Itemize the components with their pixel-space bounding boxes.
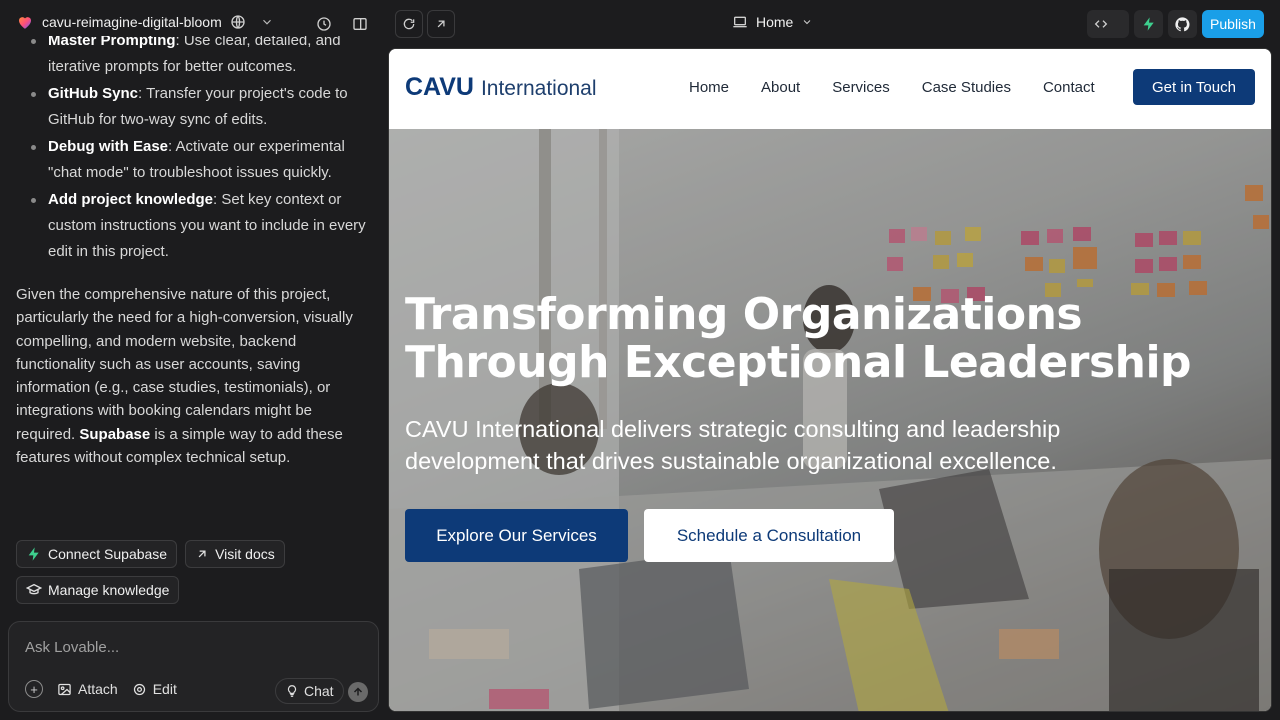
- globe-icon: [231, 15, 245, 29]
- arrow-up-right-icon: [437, 20, 445, 28]
- attach-button[interactable]: Attach: [57, 681, 118, 697]
- edit-button[interactable]: Edit: [132, 681, 177, 697]
- github-icon: [1175, 16, 1190, 31]
- nav-link-home[interactable]: Home: [689, 79, 729, 96]
- site-navbar: CAVU International Home About Services C…: [389, 49, 1271, 129]
- laptop-icon: [733, 16, 747, 28]
- project-name: cavu-reimagine-digital-bloom: [42, 14, 222, 30]
- lightbulb-icon: [287, 685, 297, 697]
- arrow-up-icon: [353, 687, 363, 696]
- nav-link-services[interactable]: Services: [832, 79, 890, 96]
- chat-mode-toggle[interactable]: Chat: [275, 678, 344, 704]
- supabase-bolt-icon: [28, 547, 39, 561]
- chat-actions-2: Manage knowledge: [16, 576, 180, 604]
- refresh-icon: [403, 18, 415, 30]
- history-icon[interactable]: [314, 14, 334, 34]
- image-icon: [58, 683, 71, 695]
- hero-title: Transforming Organizations Through Excep…: [405, 289, 1192, 388]
- connect-supabase-button[interactable]: Connect Supabase: [16, 540, 178, 568]
- site-preview: CAVU International Home About Services C…: [388, 48, 1272, 712]
- visit-docs-button[interactable]: Visit docs: [185, 540, 285, 568]
- hero-lead: CAVU International delivers strategic co…: [405, 416, 1061, 474]
- tips-list: Master Prompting: Use clear, detailed, a…: [0, 36, 388, 265]
- hero-section: Transforming Organizations Through Excep…: [389, 129, 1271, 711]
- chevron-down-icon: [804, 20, 811, 25]
- explore-services-button[interactable]: Explore Our Services: [405, 509, 628, 562]
- schedule-consultation-button[interactable]: Schedule a Consultation: [644, 509, 894, 562]
- chat-input-box[interactable]: Ask Lovable... + Attach Edit Chat: [8, 621, 379, 712]
- code-icon: [1094, 20, 1108, 28]
- graduation-cap-icon: [26, 583, 42, 595]
- nav-link-about[interactable]: About: [761, 79, 800, 96]
- list-item: Add project knowledge: Set key context o…: [31, 187, 368, 265]
- site-logo[interactable]: CAVU International: [405, 73, 597, 102]
- input-toolbar: + Attach Edit: [25, 680, 177, 698]
- open-external-button[interactable]: [427, 10, 455, 38]
- nav-link-case-studies[interactable]: Case Studies: [922, 79, 1011, 96]
- nav-link-contact[interactable]: Contact: [1043, 79, 1095, 96]
- list-item: Debug with Ease: Activate our experiment…: [31, 134, 368, 186]
- arrow-up-right-icon: [198, 550, 206, 558]
- refresh-button[interactable]: [395, 10, 423, 38]
- target-icon: [133, 683, 145, 695]
- chat-input-placeholder[interactable]: Ask Lovable...: [25, 639, 119, 656]
- plus-icon[interactable]: +: [25, 680, 43, 698]
- sidebar-toggle-icon[interactable]: [350, 14, 370, 34]
- list-item: GitHub Sync: Transfer your project's cod…: [31, 81, 368, 133]
- chat-actions: Connect Supabase Visit docs: [16, 540, 285, 568]
- send-button[interactable]: [348, 682, 368, 702]
- code-view-button[interactable]: [1087, 10, 1129, 38]
- publish-button[interactable]: Publish: [1202, 10, 1264, 38]
- chevron-down-icon: [262, 19, 271, 25]
- get-in-touch-button[interactable]: Get in Touch: [1133, 69, 1255, 105]
- site-nav-links: Home About Services Case Studies Contact: [689, 79, 1127, 96]
- chat-panel: Master Prompting: Use clear, detailed, a…: [0, 36, 388, 616]
- supabase-button[interactable]: [1134, 10, 1163, 38]
- github-button[interactable]: [1168, 10, 1197, 38]
- supabase-bolt-icon: [1143, 17, 1154, 31]
- project-selector[interactable]: cavu-reimagine-digital-bloom: [16, 13, 274, 31]
- chat-message-paragraph: Given the comprehensive nature of this p…: [16, 286, 353, 467]
- manage-knowledge-button[interactable]: Manage knowledge: [16, 576, 180, 604]
- route-label: Home: [756, 14, 794, 30]
- route-selector[interactable]: Home: [732, 14, 813, 30]
- lovable-heart-icon: [19, 17, 31, 29]
- list-item: Master Prompting: Use clear, detailed, a…: [31, 36, 368, 80]
